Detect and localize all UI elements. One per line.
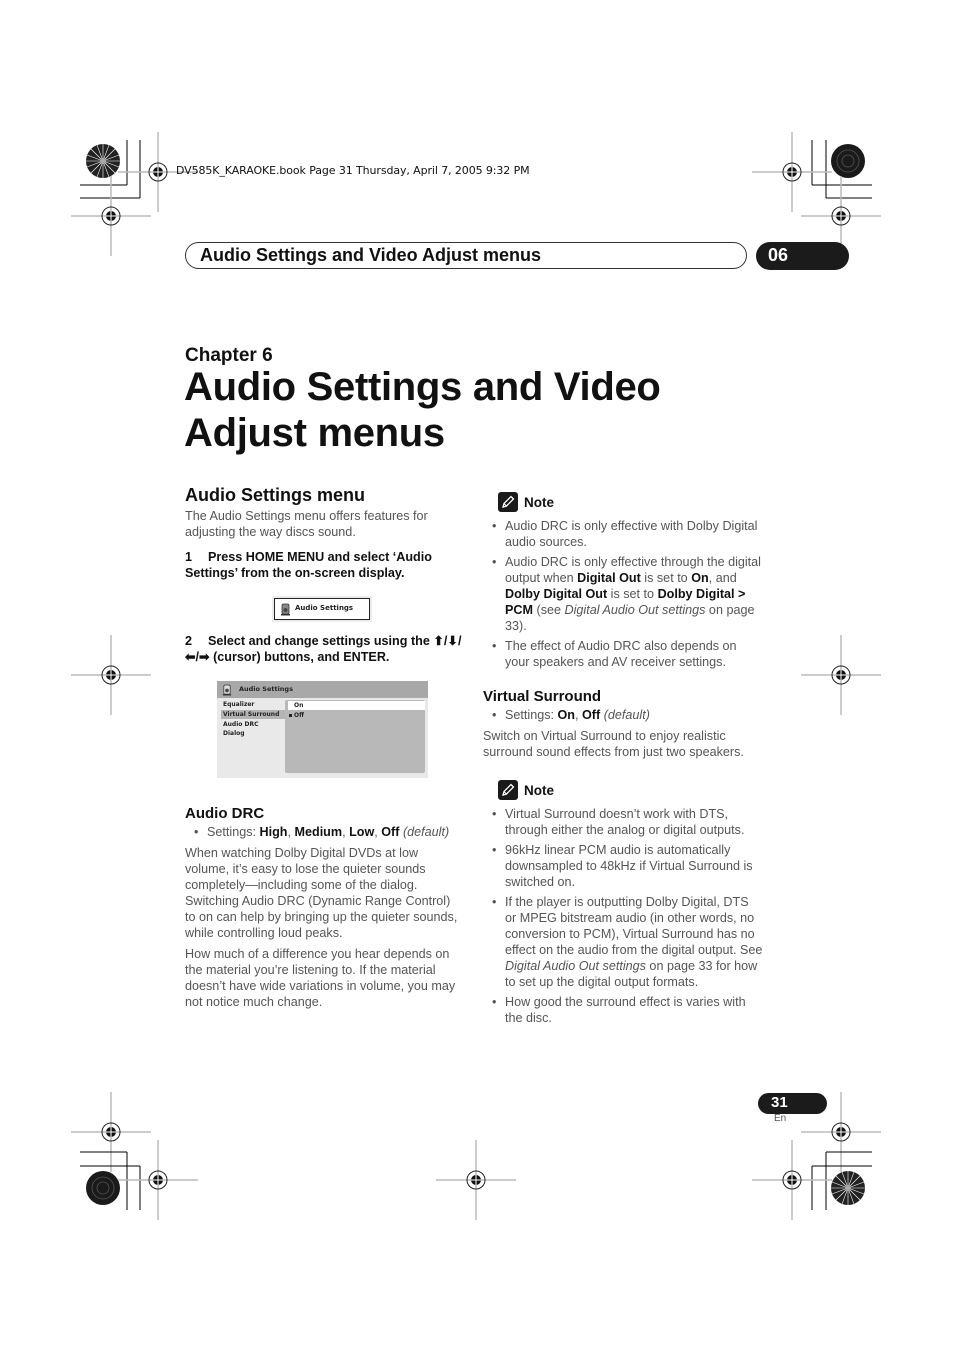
note-item: How good the surround effect is varies w…	[483, 994, 763, 1026]
running-header-title: Audio Settings and Video Adjust menus	[200, 245, 542, 265]
printer-marks	[70, 131, 882, 1221]
note-item: 96kHz linear PCM audio is automatically …	[483, 842, 763, 890]
note-1-list: Audio DRC is only effective with Dolby D…	[483, 518, 763, 670]
osd-entry-label: Audio Settings	[295, 604, 354, 612]
osd-menu-item-audio-drc[interactable]: Audio DRC	[221, 720, 285, 729]
virtual-surround-heading: Virtual Surround	[483, 688, 602, 705]
speaker-icon	[222, 684, 232, 696]
osd-audio-settings-entry: Audio Settings	[272, 596, 372, 622]
note-text-run: Digital Out	[577, 571, 641, 585]
pencil-note-icon	[498, 492, 518, 512]
audio-drc-settings: Settings: High, Medium, Low, Off (defaul…	[185, 824, 460, 840]
audio-drc-para1: When watching Dolby Digital DVDs at low …	[185, 846, 458, 940]
setting-medium: Medium	[294, 825, 343, 839]
note-text-run: (see	[533, 603, 565, 617]
note-text-run: is set to	[640, 571, 692, 585]
note-text-run: On	[691, 571, 709, 585]
chapter-title-line2: Adjust menus	[184, 411, 445, 455]
default-note: (default)	[402, 825, 450, 839]
chapter-number: 06	[768, 245, 789, 265]
section-heading: Audio Settings menu	[185, 485, 365, 505]
osd-menu-item-equalizer[interactable]: Equalizer	[221, 700, 285, 709]
osd-title: Audio Settings	[239, 685, 293, 693]
page-number: 31	[771, 1094, 788, 1111]
step-text: Press HOME MENU and select ‘Audio Settin…	[185, 550, 432, 580]
right-column: Note Audio DRC is only effective with Do…	[483, 492, 763, 1026]
step-text: Select and change settings using the ⬆/⬇…	[185, 634, 462, 664]
osd-entry-box: Audio Settings	[274, 598, 370, 620]
osd-title-bar: Audio Settings	[217, 681, 428, 698]
note-text-run: Digital Audio Out settings	[564, 603, 706, 617]
step-number: 1	[185, 550, 193, 564]
current-setting-marker-icon	[289, 714, 292, 717]
audio-drc-section: Audio DRC Settings: High, Medium, Low, O…	[185, 805, 460, 1010]
setting-on: On	[557, 708, 576, 722]
page-number-badge: 31	[758, 1093, 827, 1114]
setting-low: Low	[349, 825, 375, 839]
osd-options-panel: On Off	[285, 700, 425, 773]
osd-audio-settings-menu: Audio Settings Equalizer Virtual Surroun…	[217, 681, 428, 778]
settings-prefix: Settings:	[207, 825, 260, 839]
settings-prefix: Settings:	[505, 708, 558, 722]
chapter-title: Audio Settings and Video Adjust menus	[184, 364, 661, 456]
note-2-list: Virtual Surround doesn’t work with DTS, …	[483, 806, 763, 1026]
note-item: The effect of Audio DRC also depends on …	[483, 638, 763, 670]
step-2-block: 2 Select and change settings using the ⬆/…	[185, 633, 465, 665]
virtual-surround-para: Switch on Virtual Surround to enjoy real…	[483, 729, 744, 759]
osd-option-off[interactable]: Off	[288, 711, 425, 720]
page-language: En	[774, 1113, 787, 1124]
osd-option-label: On	[294, 702, 304, 709]
left-column: Audio Settings menu The Audio Settings m…	[185, 485, 465, 581]
osd-menu-item-virtual-surround[interactable]: Virtual Surround	[221, 710, 285, 719]
step-number: 2	[185, 634, 193, 648]
note-2-heading: Note	[498, 780, 763, 800]
audio-drc-heading: Audio DRC	[185, 805, 265, 822]
running-header: Audio Settings and Video Adjust menus	[185, 242, 747, 269]
print-info: DV585K_KARAOKE.book Page 31 Thursday, Ap…	[176, 164, 530, 177]
osd-option-on[interactable]: On	[288, 701, 425, 710]
note-text-run: If the player is outputting Dolby Digita…	[505, 895, 763, 957]
note-item: Virtual Surround doesn’t work with DTS, …	[483, 806, 763, 838]
note-text-run: Digital Audio Out settings	[505, 959, 646, 973]
note-text-run: is set to	[607, 587, 658, 601]
default-note: (default)	[603, 708, 650, 722]
chapter-number-badge: 06	[756, 242, 849, 270]
note-label: Note	[524, 782, 554, 798]
setting-high: High	[259, 825, 288, 839]
osd-option-label: Off	[294, 712, 304, 719]
note-label: Note	[524, 494, 554, 510]
note-1-heading: Note	[498, 492, 763, 512]
note-item: If the player is outputting Dolby Digita…	[483, 894, 763, 990]
virtual-surround-settings: Settings: On, Off (default)	[483, 707, 763, 723]
note-item: Audio DRC is only effective with Dolby D…	[483, 518, 763, 550]
note-text-run: Dolby Digital Out	[505, 587, 608, 601]
step-2: 2 Select and change settings using the ⬆/…	[185, 633, 465, 665]
osd-menu-item-dialog[interactable]: Dialog	[221, 729, 285, 738]
step-1: 1 Press HOME MENU and select ‘Audio Setti…	[185, 549, 465, 581]
setting-off: Off	[381, 825, 400, 839]
chapter-title-line1: Audio Settings and Video	[184, 365, 661, 409]
pencil-note-icon	[498, 780, 518, 800]
section-intro: The Audio Settings menu offers features …	[185, 509, 428, 539]
note-text-run: , and	[708, 571, 737, 585]
setting-off: Off	[582, 708, 601, 722]
audio-drc-para2: How much of a difference you hear depend…	[185, 947, 456, 1009]
speaker-icon	[281, 603, 290, 616]
note-item: Audio DRC is only effective through the …	[483, 554, 763, 634]
starburst-mark	[85, 143, 121, 179]
